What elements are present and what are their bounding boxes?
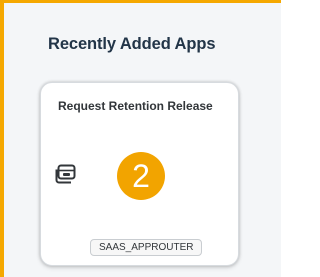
step-number-badge: 2 bbox=[117, 152, 165, 200]
app-window-icon bbox=[55, 164, 76, 184]
app-source-tag: SAAS_APPROUTER bbox=[90, 239, 203, 256]
section-title: Recently Added Apps bbox=[48, 35, 216, 53]
tile-title: Request Retention Release bbox=[58, 99, 213, 113]
app-tile-request-retention-release[interactable]: Request Retention Release 2 SAAS_APPROUT… bbox=[40, 82, 239, 266]
